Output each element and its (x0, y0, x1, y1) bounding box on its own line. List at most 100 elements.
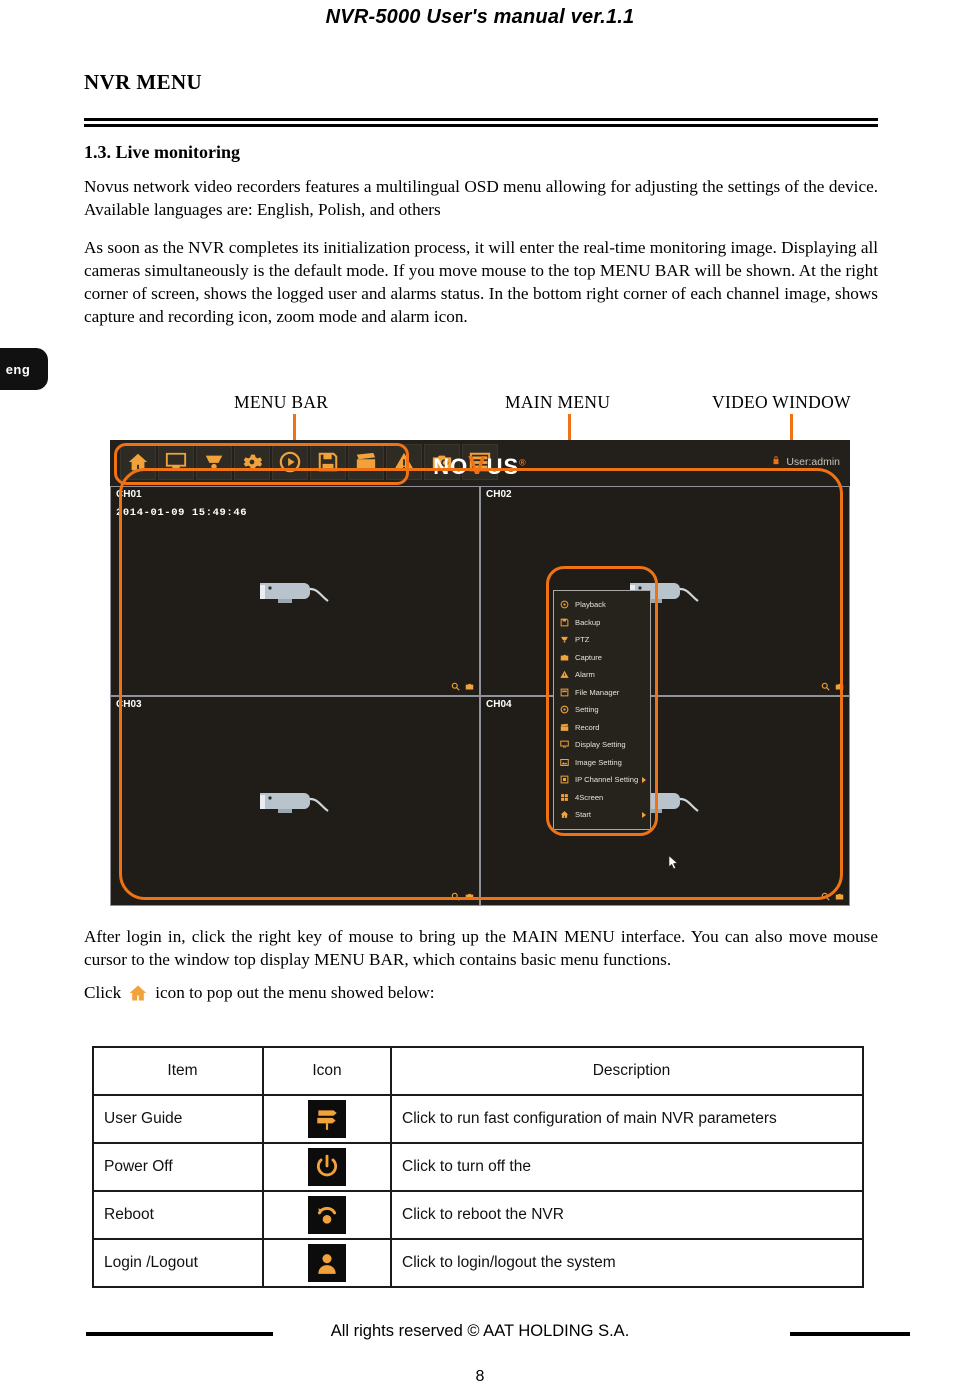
zoom-icon (821, 682, 830, 691)
table-header-description: Description (390, 1046, 864, 1096)
table-cell-icon (262, 1094, 392, 1144)
channel-label: CH04 (486, 699, 512, 710)
grid-icon (559, 792, 569, 802)
lock-icon (771, 454, 781, 469)
table-cell-description: Click to reboot the NVR (390, 1190, 864, 1240)
image-icon (559, 757, 569, 767)
callout-label-main-menu: MAIN MENU (505, 392, 611, 412)
table-row: Login /Logout Click to login/logout the … (92, 1238, 864, 1288)
callout-label-video-window: VIDEO WINDOW (712, 392, 851, 412)
user-status: User:admin (771, 454, 840, 469)
file-icon (559, 687, 569, 697)
section-heading: 1.3. Live monitoring (84, 142, 240, 162)
video-cell-ch01[interactable]: CH01 2014-01-09 15:49:46 (110, 486, 480, 696)
menu-item-label: Start (575, 810, 592, 820)
nvr-screenshot: NOVUS® User:admin CH01 2014-01-09 15:49:… (110, 440, 850, 906)
callout-label-menu-bar: MENU BAR (234, 392, 329, 412)
cell-status-icons (821, 892, 844, 901)
channel-label: CH03 (116, 699, 142, 710)
cell-status-icons (451, 892, 474, 901)
menu-item-label: Playback (575, 600, 606, 610)
submenu-arrow-icon (642, 811, 646, 818)
menu-item-4screen[interactable]: 4Screen (554, 789, 650, 807)
capture-icon (465, 893, 474, 900)
paragraph-3: After login in, click the right key of m… (84, 927, 878, 969)
record-icon (559, 722, 569, 732)
channel-label: CH01 (116, 489, 142, 500)
video-grid: CH01 2014-01-09 15:49:46 CH02 CH03 CH04 (110, 486, 850, 906)
menu-item-label: Backup (575, 617, 601, 627)
capture-icon (559, 652, 569, 662)
table-header-row: Item Icon Description (92, 1046, 864, 1096)
menu-item-label: File Manager (575, 687, 620, 697)
user-status-label: User:admin (786, 455, 840, 468)
menu-item-label: Image Setting (575, 757, 622, 767)
video-cell-ch02[interactable]: CH02 (480, 486, 850, 696)
logo-trademark: ® (519, 457, 527, 468)
language-tab-eng[interactable]: eng (0, 348, 48, 390)
footer-text: All rights reserved © AAT HOLDING S.A. (330, 1322, 630, 1340)
table-cell-description: Click to turn off the (390, 1142, 864, 1192)
menu-item-playback[interactable]: Playback (554, 596, 650, 614)
page-number: 8 (475, 1368, 485, 1385)
menu-item-start[interactable]: Start (554, 806, 650, 824)
logo-text-pre: NO (433, 454, 469, 479)
table-row: Power Off Click to turn off the (92, 1142, 864, 1192)
table-header-icon: Icon (262, 1046, 392, 1096)
nvr-top-bar: NOVUS® User:admin (110, 440, 850, 486)
menu-item-setting[interactable]: Setting (554, 701, 650, 719)
menu-item-label: 4Screen (575, 792, 604, 802)
menu-item-label: PTZ (575, 635, 590, 645)
table-cell-item: Power Off (92, 1142, 264, 1192)
table-cell-description: Click to run fast configuration of main … (390, 1094, 864, 1144)
paragraph-4: Click icon to pop out the menu showed be… (84, 982, 878, 1005)
signpost-icon (308, 1100, 346, 1138)
gear-icon (559, 705, 569, 715)
menu-item-label: IP Channel Setting (575, 775, 639, 785)
menu-item-alarm[interactable]: Alarm (554, 666, 650, 684)
horizontal-rule (84, 118, 878, 127)
mouse-cursor-icon (668, 855, 679, 876)
submenu-arrow-icon (642, 776, 646, 783)
channel-timestamp: 2014-01-09 15:49:46 (116, 507, 248, 519)
paragraph-1: Novus network video recorders features a… (84, 177, 878, 219)
table-cell-item: Login /Logout (92, 1238, 264, 1288)
ptz-icon (559, 635, 569, 645)
logo-text-v: V (468, 450, 487, 480)
table-cell-icon (262, 1142, 392, 1192)
menu-item-ip-channel-setting[interactable]: IP Channel Setting (554, 771, 650, 789)
menu-item-display-setting[interactable]: Display Setting (554, 736, 650, 754)
paragraph-4-after: icon to pop out the menu showed below: (155, 983, 435, 1002)
table-cell-item: Reboot (92, 1190, 264, 1240)
capture-icon (835, 683, 844, 690)
zoom-icon (451, 682, 460, 691)
menu-item-ptz[interactable]: PTZ (554, 631, 650, 649)
table-cell-icon (262, 1190, 392, 1240)
table-cell-icon (262, 1238, 392, 1288)
menu-reference-table: Item Icon Description User Guide Click t… (92, 1046, 864, 1288)
page-title: NVR MENU (84, 70, 203, 94)
table-cell-item: User Guide (92, 1094, 264, 1144)
menu-item-capture[interactable]: Capture (554, 649, 650, 667)
menu-item-record[interactable]: Record (554, 719, 650, 737)
reboot-icon (308, 1196, 346, 1234)
document-header: NVR-5000 User's manual ver.1.1 (325, 6, 635, 28)
power-icon (308, 1148, 346, 1186)
novus-logo: NOVUS® (110, 450, 850, 481)
camera-graphic (260, 793, 329, 813)
nvr-main-menu[interactable]: Playback Backup PTZ Capture Alarm File M… (553, 590, 651, 830)
menu-item-backup[interactable]: Backup (554, 614, 650, 632)
video-cell-ch04[interactable]: CH04 (480, 696, 850, 906)
playback-icon (559, 600, 569, 610)
zoom-icon (821, 892, 830, 901)
menu-item-image-setting[interactable]: Image Setting (554, 754, 650, 772)
user-icon (308, 1244, 346, 1282)
home-icon (559, 810, 569, 820)
ip-channel-icon (559, 775, 569, 785)
menu-item-label: Display Setting (575, 740, 626, 750)
video-cell-ch03[interactable]: CH03 (110, 696, 480, 906)
menu-item-label: Capture (575, 652, 603, 662)
menu-item-file-manager[interactable]: File Manager (554, 684, 650, 702)
alarm-icon (559, 670, 569, 680)
paragraph-4-before: Click (84, 983, 122, 1002)
